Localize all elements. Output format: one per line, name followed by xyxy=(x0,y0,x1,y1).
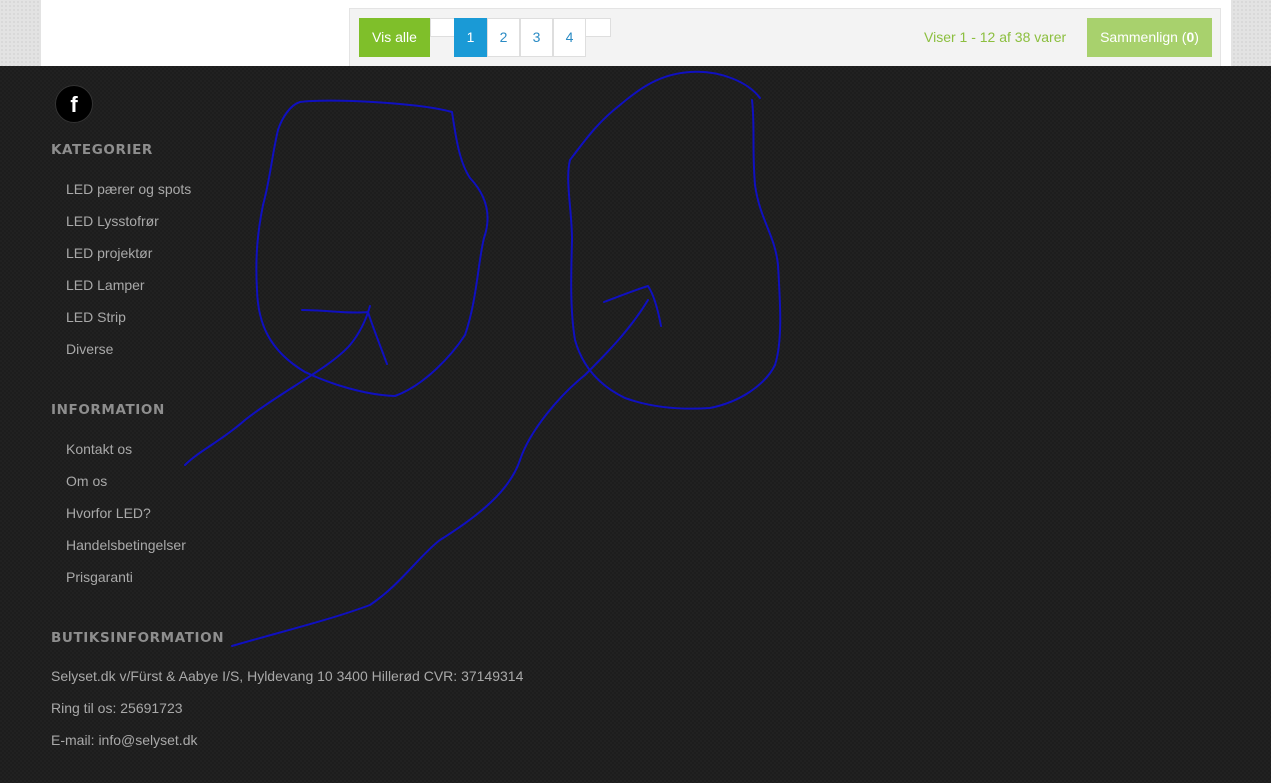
footer-link-prisgaranti[interactable]: Prisgaranti xyxy=(66,569,133,585)
compare-close: ) xyxy=(1194,29,1199,45)
footer-link-led-projektor[interactable]: LED projektør xyxy=(66,245,152,261)
compare-button[interactable]: Sammenlign (0) xyxy=(1087,18,1212,57)
footer-link-diverse[interactable]: Diverse xyxy=(66,341,113,357)
store-address: Selyset.dk v/Fürst & Aabye I/S, Hyldevan… xyxy=(51,668,524,684)
page-2-button[interactable]: 2 xyxy=(487,18,520,57)
store-phone: Ring til os: 25691723 xyxy=(51,700,183,716)
categories-title: KATEGORIER xyxy=(51,142,153,158)
footer-link-kontakt-os[interactable]: Kontakt os xyxy=(66,441,132,457)
footer-link-led-lamper[interactable]: LED Lamper xyxy=(66,277,145,293)
show-all-button[interactable]: Vis alle xyxy=(359,18,430,57)
compare-label: Sammenlign ( xyxy=(1100,29,1187,45)
store-info-title: BUTIKSINFORMATION xyxy=(51,630,225,646)
information-title: INFORMATION xyxy=(51,402,165,418)
footer-link-om-os[interactable]: Om os xyxy=(66,473,107,489)
pagination-next-spacer xyxy=(585,18,611,37)
result-count: Viser 1 - 12 af 38 varer xyxy=(924,29,1067,45)
pagination-toolbar: Vis alle 1 2 3 4 Viser 1 - 12 af 38 vare… xyxy=(349,8,1221,66)
page-4-button[interactable]: 4 xyxy=(553,18,586,57)
page-3-button[interactable]: 3 xyxy=(520,18,553,57)
pagination-prev-spacer xyxy=(430,18,455,37)
page-1-button[interactable]: 1 xyxy=(454,18,487,57)
footer-link-led-strip[interactable]: LED Strip xyxy=(66,309,126,325)
store-email: E-mail: info@selyset.dk xyxy=(51,732,198,748)
footer-link-led-paerer[interactable]: LED pærer og spots xyxy=(66,181,191,197)
facebook-icon[interactable]: f xyxy=(55,85,93,123)
footer-link-handelsbetingelser[interactable]: Handelsbetingelser xyxy=(66,537,186,553)
footer-link-led-lysstofror[interactable]: LED Lysstofrør xyxy=(66,213,159,229)
footer-link-hvorfor-led[interactable]: Hvorfor LED? xyxy=(66,505,151,521)
